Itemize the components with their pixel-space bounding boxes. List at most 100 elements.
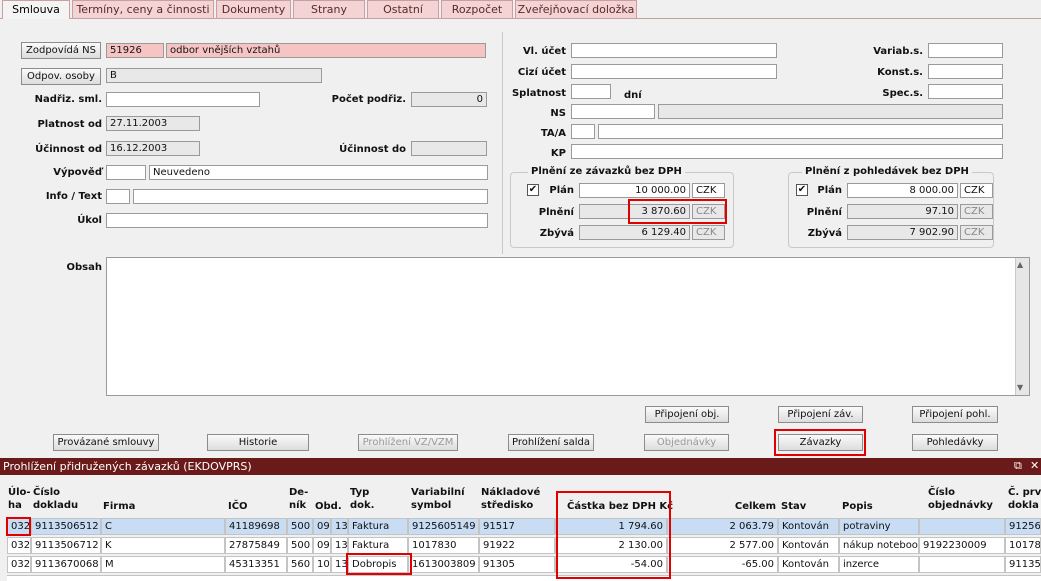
pripojeni-obj-button[interactable]: Připojení obj. bbox=[645, 406, 729, 423]
cell-firma[interactable]: K bbox=[101, 537, 225, 554]
cell-objednavka[interactable]: 9192230009 bbox=[919, 537, 1005, 554]
cell-typ[interactable]: Faktura bbox=[348, 537, 408, 554]
zodpovida-code-field[interactable]: 51926 bbox=[106, 43, 164, 58]
cell-stav[interactable]: Kontován bbox=[778, 556, 839, 573]
prohlizeni-vz-button[interactable]: Prohlížení VZ/VZM bbox=[358, 434, 458, 451]
variab-field[interactable] bbox=[928, 43, 1003, 58]
info-code-field[interactable] bbox=[106, 189, 130, 204]
plan-pohledavky-checkbox[interactable]: ✔ bbox=[796, 184, 808, 196]
spec-field[interactable] bbox=[928, 84, 1003, 99]
cell-obd1[interactable]: 09 bbox=[313, 537, 331, 554]
provazane-smlouvy-button[interactable]: Provázané smlouvy bbox=[53, 434, 159, 451]
scroll-up-icon[interactable]: ▲ bbox=[1017, 260, 1023, 269]
info-text-field[interactable] bbox=[133, 189, 488, 204]
cell-popis[interactable]: inzerce bbox=[839, 556, 919, 573]
cell-uloha[interactable]: 032 bbox=[7, 556, 31, 573]
cell-prv[interactable]: 10178 bbox=[1005, 537, 1041, 554]
ns-field[interactable] bbox=[571, 104, 655, 119]
cell-popis[interactable]: nákup notebook bbox=[839, 537, 919, 554]
objednavky-button[interactable]: Objednávky bbox=[644, 434, 729, 451]
cell-celkem[interactable]: 2 063.79 bbox=[667, 518, 778, 535]
cell-stav[interactable]: Kontován bbox=[778, 537, 839, 554]
cell-obd2[interactable]: 13 bbox=[331, 518, 348, 535]
cell-cislo[interactable]: 9113670068 bbox=[31, 556, 101, 573]
tab-smlouva[interactable]: Smlouva bbox=[2, 0, 70, 19]
tab-terminy[interactable]: Termíny, ceny a činnosti bbox=[72, 0, 214, 18]
kp-field[interactable] bbox=[571, 144, 1003, 159]
cell-denik[interactable]: 500 bbox=[287, 518, 313, 535]
cell-prv[interactable]: 91256 bbox=[1005, 518, 1041, 535]
cell-prv[interactable]: 91135 bbox=[1005, 556, 1041, 573]
cell-objednavka[interactable] bbox=[919, 556, 1005, 573]
variab-label: Variab.s. bbox=[873, 46, 923, 57]
spec-label: Spec.s. bbox=[882, 88, 923, 99]
cell-celkem[interactable]: 2 577.00 bbox=[667, 537, 778, 554]
cell-denik[interactable]: 500 bbox=[287, 537, 313, 554]
cell-stav[interactable]: Kontován bbox=[778, 518, 839, 535]
close-icon[interactable]: ✕ bbox=[1030, 459, 1039, 472]
obsah-scrollbar[interactable] bbox=[1015, 258, 1029, 395]
tab-dokumenty[interactable]: Dokumenty bbox=[216, 0, 291, 18]
pripojeni-zav-button[interactable]: Připojení záv. bbox=[778, 406, 863, 423]
col-header-c-prv: Č. prv dokla bbox=[1008, 487, 1041, 511]
cell-ico[interactable]: 45313351 bbox=[225, 556, 287, 573]
cizi-ucet-field[interactable] bbox=[571, 64, 777, 79]
vypoved-field[interactable]: Neuvedeno bbox=[149, 165, 488, 180]
plan-pohledavky-field[interactable]: 8 000.00 bbox=[847, 183, 958, 198]
restore-icon[interactable]: ⧉ bbox=[1014, 459, 1022, 473]
cell-vs[interactable]: 1613003809 bbox=[408, 556, 479, 573]
cell-ns[interactable]: 91517 bbox=[479, 518, 555, 535]
vypoved-code-field[interactable] bbox=[106, 165, 146, 180]
cell-cislo[interactable]: 9113506512 bbox=[31, 518, 101, 535]
plan-zavazky-field[interactable]: 10 000.00 bbox=[579, 183, 690, 198]
cell-firma[interactable]: M bbox=[101, 556, 225, 573]
subwindow-titlebar[interactable]: Prohlížení přidružených závazků (EKDOVPR… bbox=[0, 458, 1041, 475]
tab-zverejnovaci[interactable]: Zveřejňovací doložka bbox=[515, 0, 637, 18]
zodpovida-ns-button[interactable]: Zodpovídá NS bbox=[21, 42, 101, 59]
vl-ucet-field[interactable] bbox=[571, 43, 777, 58]
ukol-label: Úkol bbox=[77, 215, 102, 226]
taa-field[interactable] bbox=[598, 124, 1003, 139]
cell-obd2[interactable]: 13 bbox=[331, 537, 348, 554]
cell-denik[interactable]: 560 bbox=[287, 556, 313, 573]
highlight-row-selector bbox=[6, 517, 31, 536]
cell-obd1[interactable]: 10 bbox=[313, 556, 331, 573]
cell-firma[interactable]: C bbox=[101, 518, 225, 535]
taa-code-field[interactable] bbox=[571, 124, 595, 139]
tab-strany[interactable]: Strany bbox=[293, 0, 365, 18]
cell-ico[interactable]: 27875849 bbox=[225, 537, 287, 554]
prohlizeni-salda-button[interactable]: Prohlížení salda bbox=[508, 434, 594, 451]
cell-ico[interactable]: 41189698 bbox=[225, 518, 287, 535]
cell-typ[interactable]: Faktura bbox=[348, 518, 408, 535]
highlight-zavazky-button bbox=[774, 429, 866, 456]
pripojeni-pohl-button[interactable]: Připojení pohl. bbox=[912, 406, 998, 423]
obsah-textarea[interactable] bbox=[106, 257, 1030, 396]
scroll-down-icon[interactable]: ▼ bbox=[1017, 383, 1023, 392]
tab-ostatni[interactable]: Ostatní bbox=[367, 0, 439, 18]
cell-popis[interactable]: potraviny bbox=[839, 518, 919, 535]
konst-field[interactable] bbox=[928, 64, 1003, 79]
ukol-field[interactable] bbox=[106, 213, 488, 228]
ns-name-field bbox=[658, 104, 1003, 119]
cizi-ucet-label: Cizí účet bbox=[517, 67, 566, 78]
pohledavky-button[interactable]: Pohledávky bbox=[912, 434, 998, 451]
splatnost-field[interactable] bbox=[571, 84, 611, 99]
pocet-podriz-label: Počet podřiz. bbox=[331, 94, 406, 105]
cell-celkem[interactable]: -65.00 bbox=[667, 556, 778, 573]
cell-ns[interactable]: 91305 bbox=[479, 556, 555, 573]
tab-rozpocet[interactable]: Rozpočet bbox=[441, 0, 513, 18]
cell-vs[interactable]: 9125605149 bbox=[408, 518, 479, 535]
cell-cislo[interactable]: 9113506712 bbox=[31, 537, 101, 554]
historie-button[interactable]: Historie bbox=[207, 434, 309, 451]
cell-objednavka[interactable] bbox=[919, 518, 1005, 535]
cell-uloha[interactable]: 032 bbox=[7, 537, 31, 554]
plan-zavazky-checkbox[interactable]: ✔ bbox=[527, 184, 539, 196]
plan-pohledavky-currency: CZK bbox=[960, 183, 993, 198]
cell-obd1[interactable]: 09 bbox=[313, 518, 331, 535]
info-text-label: Info / Text bbox=[45, 191, 102, 202]
cell-vs[interactable]: 1017830 bbox=[408, 537, 479, 554]
cell-ns[interactable]: 91922 bbox=[479, 537, 555, 554]
nadriz-field[interactable] bbox=[106, 92, 260, 107]
odpov-osoby-button[interactable]: Odpov. osoby bbox=[21, 68, 101, 85]
pocet-podriz-field: 0 bbox=[411, 92, 487, 107]
